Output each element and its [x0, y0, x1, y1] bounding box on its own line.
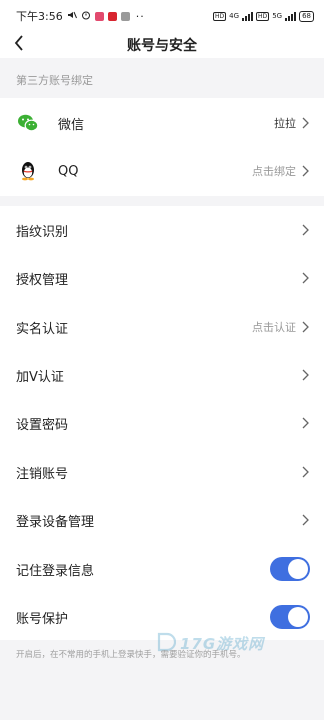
toggle-knob [288, 559, 308, 579]
list-item-label: 设置密码 [16, 417, 69, 433]
app-notification-icon [120, 11, 130, 21]
list-item-label: 账号保护 [16, 611, 69, 627]
alarm-icon [81, 10, 91, 23]
chevron-left-icon [14, 35, 24, 55]
settings-item-fingerprint[interactable]: 指纹识别 [0, 206, 324, 254]
settings-item-device-management[interactable]: 登录设备管理 [0, 496, 324, 544]
list-item-label: 加V认证 [16, 369, 64, 385]
status-time: 下午3:56 [16, 10, 63, 23]
section-header-third-party: 第三方账号绑定 [0, 58, 324, 98]
status-bar: 下午3:56 ·· HD 4G HD 5G 68 [0, 0, 324, 32]
battery-icon: 68 [299, 10, 314, 22]
third-party-group: 微信 拉拉 QQ 点击绑定 [0, 98, 324, 196]
remember-login-toggle[interactable] [270, 557, 310, 581]
settings-item-v-verification[interactable]: 加V认证 [0, 351, 324, 399]
hd-badge: HD [213, 11, 227, 21]
chevron-right-icon [300, 465, 310, 479]
list-item-label: 授权管理 [16, 272, 69, 288]
account-protection-toggle[interactable] [270, 605, 310, 629]
list-item-label: 登录设备管理 [16, 514, 95, 530]
toggle-knob [288, 607, 308, 627]
chevron-right-icon [300, 320, 310, 334]
list-item-value: 点击绑定 [252, 165, 296, 178]
signal-icon [285, 11, 297, 21]
settings-item-set-password[interactable]: 设置密码 [0, 399, 324, 447]
list-item-label: 指纹识别 [16, 224, 69, 240]
chevron-right-icon [300, 513, 310, 527]
settings-item-real-name[interactable]: 实名认证 点击认证 [0, 303, 324, 351]
list-item-label: 实名认证 [16, 321, 69, 337]
chevron-right-icon [300, 116, 310, 130]
settings-item-remember-login: 记住登录信息 [0, 545, 324, 593]
chevron-right-icon [300, 223, 310, 237]
qq-icon [16, 159, 40, 183]
app-notification-icon [107, 11, 117, 21]
status-right: HD 4G HD 5G 68 [213, 10, 314, 22]
page-title: 账号与安全 [127, 38, 197, 54]
chevron-right-icon [300, 271, 310, 285]
network-type-label: 5G [272, 12, 283, 20]
settings-item-authorization[interactable]: 授权管理 [0, 254, 324, 302]
wechat-icon [16, 111, 40, 135]
hd-badge: HD [256, 11, 270, 21]
settings-item-delete-account[interactable]: 注销账号 [0, 448, 324, 496]
list-item-value: 点击认证 [252, 321, 296, 334]
list-item-qq[interactable]: QQ 点击绑定 [0, 147, 324, 195]
back-button[interactable] [8, 34, 30, 56]
chevron-right-icon [300, 164, 310, 178]
chevron-right-icon [300, 368, 310, 382]
list-item-value: 拉拉 [274, 117, 296, 130]
list-item-label: 注销账号 [16, 466, 69, 482]
list-item-label: QQ [58, 163, 79, 179]
settings-group: 指纹识别 授权管理 实名认证 点击认证 加V认证 设置密码 注销账号 登录设备管… [0, 206, 324, 640]
chevron-right-icon [300, 416, 310, 430]
status-left: 下午3:56 ·· [16, 8, 145, 24]
more-notifications-dots: ·· [135, 9, 145, 23]
account-protection-footnote: 开启后，在不常用的手机上登录快手，需要验证你的手机号。 [16, 650, 246, 660]
nav-bar: 账号与安全 [0, 32, 324, 58]
list-item-label: 微信 [58, 117, 85, 133]
list-item-label: 记住登录信息 [16, 563, 95, 579]
signal-icon [242, 11, 254, 21]
app-notification-icon [94, 11, 104, 21]
network-type-label: 4G [229, 12, 240, 20]
list-item-wechat[interactable]: 微信 拉拉 [0, 99, 324, 147]
mute-icon [67, 10, 77, 23]
